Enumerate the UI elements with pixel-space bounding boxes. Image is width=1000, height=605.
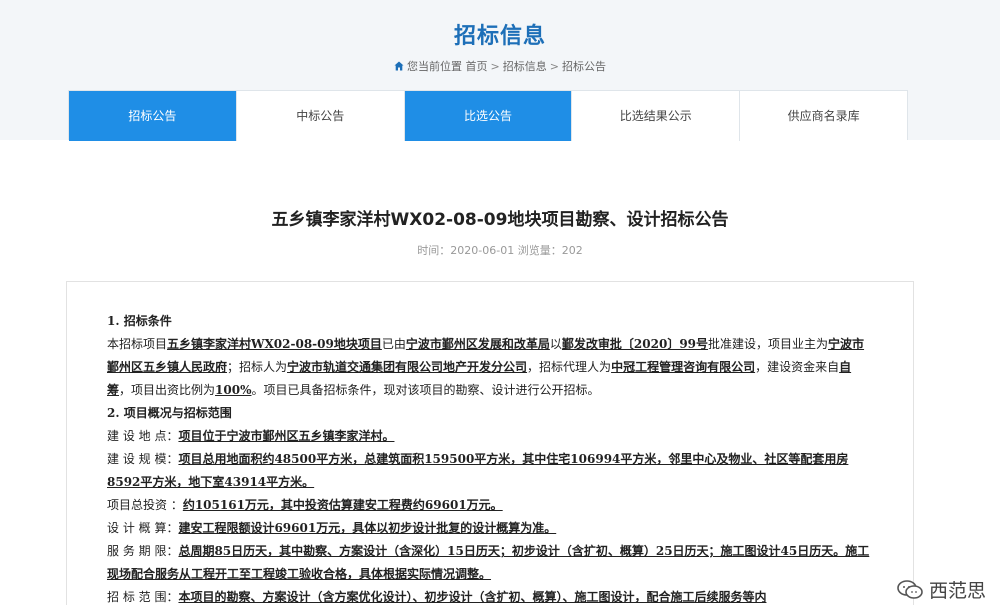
breadcrumb-home[interactable]: 首页	[466, 60, 488, 73]
scope-row: 招 标 范 围：本项目的勘察、方案设计（含方案优化设计）、初步设计（含扩初、概算…	[107, 590, 767, 604]
article-content: 1. 招标条件 本招标项目五乡镇李家洋村WX02-08-09地块项目已由宁波市鄞…	[66, 281, 914, 605]
breadcrumb-tender-info[interactable]: 招标信息	[503, 60, 547, 73]
service-period-row: 服 务 期 限：总周期85日历天，其中勘察、方案设计（含深化）15日历天；初步设…	[107, 544, 870, 581]
design-budget-row: 设 计 概 算：建安工程限额设计69601万元，具体以初步设计批复的设计概算为准…	[107, 521, 557, 535]
breadcrumb-prefix: 您当前位置	[407, 60, 463, 73]
scale-row: 建 设 规 模：项目总用地面积约48500平方米，总建筑面积159500平方米，…	[107, 452, 849, 489]
section-heading: 1. 招标条件	[107, 314, 172, 328]
article-title: 五乡镇李家洋村WX02-08-09地块项目勘察、设计招标公告	[271, 210, 729, 230]
investment-row: 项目总投资 ：约105161万元，其中投资估算建安工程费约69601万元。	[107, 498, 503, 512]
watermark-text: 西范思	[928, 580, 986, 602]
tab-selection-notice[interactable]: 比选公告	[404, 91, 573, 141]
home-icon	[394, 61, 404, 71]
tab-supplier-directory[interactable]: 供应商名录库	[740, 91, 907, 141]
wechat-icon	[897, 579, 923, 599]
section-heading: 2. 项目概况与招标范围	[107, 406, 232, 420]
tab-award-notice[interactable]: 中标公告	[236, 91, 405, 141]
article-meta: 时间：2020-06-01 浏览量：202	[417, 244, 583, 257]
category-tabs: 招标公告 中标公告 比选公告 比选结果公示 供应商名录库	[68, 90, 908, 141]
location-row: 建 设 地 点：项目位于宁波市鄞州区五乡镇李家洋村。	[107, 429, 395, 443]
breadcrumb-tender-notice[interactable]: 招标公告	[562, 60, 606, 73]
section-1-text: 本招标项目五乡镇李家洋村WX02-08-09地块项目已由宁波市鄞州区发展和改革局…	[107, 337, 865, 397]
page-title: 招标信息	[453, 24, 546, 49]
tab-tender-notice[interactable]: 招标公告	[69, 91, 237, 141]
watermark: 西范思	[897, 576, 986, 603]
breadcrumb: 您当前位置 首页 > 招标信息 > 招标公告	[0, 58, 1000, 74]
tab-selection-result[interactable]: 比选结果公示	[572, 91, 741, 141]
